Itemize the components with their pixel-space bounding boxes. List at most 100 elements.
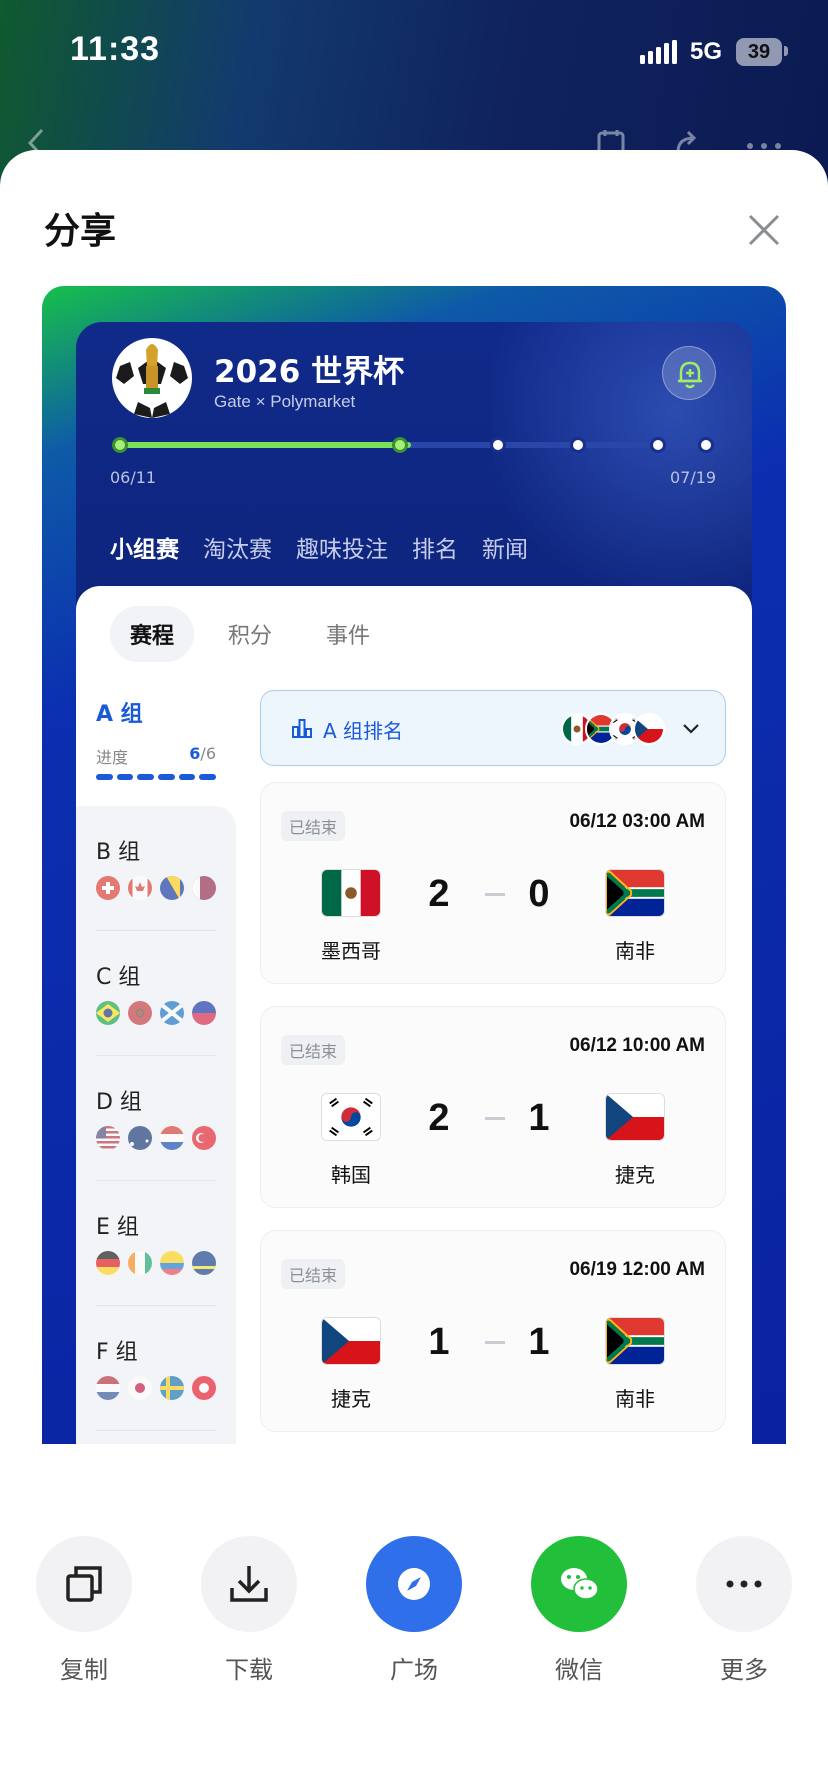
bar-chart-icon <box>292 719 312 738</box>
share-option-label: 更多 <box>720 1656 768 1684</box>
home-score: 2 <box>428 1097 450 1139</box>
czech-flag-icon <box>321 1317 381 1365</box>
subtab-events[interactable]: 事件 <box>306 606 390 662</box>
share-preview-card: 2026 世界杯 Gate × Polymarket 06/11 07/19 小… <box>42 286 786 1444</box>
match-datetime: 06/12 10:00 AM <box>569 1035 705 1056</box>
sidebar-item-group-a[interactable]: A 组 进度 6/6 <box>96 696 217 780</box>
share-option-download[interactable]: 下载 <box>201 1536 297 1685</box>
sheet-title: 分享 <box>44 211 117 252</box>
tournament-title: 2026 世界杯 <box>214 354 405 390</box>
canada-flag-icon <box>128 876 152 900</box>
tab-rankings[interactable]: 排名 <box>412 530 458 564</box>
group-list: B 组 C 组 D 组 E 组 F 组 <box>76 806 236 1444</box>
match-card[interactable]: 已结束 06/19 12:00 AM 1 1 捷克 南非 <box>260 1230 726 1432</box>
timeline-node <box>490 437 506 453</box>
progress-total: /6 <box>200 744 216 763</box>
score-separator <box>485 893 505 896</box>
sidebar-item-group[interactable]: D 组 <box>96 1056 216 1181</box>
scotland-flag-icon <box>160 1001 184 1025</box>
czech-flag-icon <box>605 1093 665 1141</box>
score-separator <box>485 1341 505 1344</box>
group-progress: 进度 6/6 <box>96 744 216 768</box>
chevron-down-icon <box>683 724 699 734</box>
home-score: 2 <box>428 873 450 915</box>
away-score: 1 <box>528 1321 550 1363</box>
timeline-start-date: 06/11 <box>110 468 157 487</box>
group-name: C 组 <box>96 965 141 990</box>
sidebar-item-group[interactable]: E 组 <box>96 1181 216 1306</box>
share-option-label: 下载 <box>225 1656 273 1684</box>
turkey-flag-icon <box>192 1126 216 1150</box>
group-flags <box>96 1251 216 1275</box>
wechat-icon <box>531 1536 627 1632</box>
home-score: 1 <box>428 1321 450 1363</box>
group-name: E 组 <box>96 1215 139 1240</box>
group-flags <box>96 1126 216 1150</box>
timeline-node <box>698 437 714 453</box>
share-option-copy[interactable]: 复制 <box>36 1536 132 1685</box>
share-option-more[interactable]: 更多 <box>696 1536 792 1685</box>
notification-button[interactable] <box>662 346 716 400</box>
match-datetime: 06/12 03:00 AM <box>569 811 705 832</box>
ranking-label: A 组排名 <box>323 719 404 743</box>
tab-knockout[interactable]: 淘汰赛 <box>203 530 272 564</box>
japan-flag-icon <box>128 1376 152 1400</box>
sub-tabs: 赛程 积分 事件 <box>110 606 390 662</box>
tab-news[interactable]: 新闻 <box>482 530 528 564</box>
sidebar-item-group[interactable]: B 组 <box>96 806 216 931</box>
group-a-label: A 组 <box>96 702 143 727</box>
bosnia-flag-icon <box>160 876 184 900</box>
tab-fun-bets[interactable]: 趣味投注 <box>296 530 388 564</box>
away-team-name: 捷克 <box>615 1163 655 1187</box>
match-card[interactable]: 已结束 06/12 03:00 AM 2 0 墨西哥 南非 <box>260 782 726 984</box>
match-status-badge: 已结束 <box>281 811 346 841</box>
away-team-name: 南非 <box>615 1387 655 1411</box>
worldcup-panel: 2026 世界杯 Gate × Polymarket 06/11 07/19 小… <box>76 322 752 1444</box>
home-team-name: 韩国 <box>331 1163 371 1187</box>
south-africa-flag-icon <box>605 1317 665 1365</box>
group-ranking-dropdown[interactable]: A 组排名 <box>260 690 726 766</box>
away-score: 0 <box>528 873 550 915</box>
main-tabs: 小组赛 淘汰赛 趣味投注 排名 新闻 <box>110 530 528 564</box>
share-option-label: 微信 <box>555 1656 603 1684</box>
score-separator <box>485 1117 505 1120</box>
sidebar-item-group[interactable]: C 组 <box>96 931 216 1056</box>
subtab-schedule[interactable]: 赛程 <box>110 606 195 662</box>
timeline-node <box>392 437 408 453</box>
match-card[interactable]: 已结束 06/12 10:00 AM 2 1 韩国 捷克 <box>260 1006 726 1208</box>
share-option-compass[interactable]: 广场 <box>366 1536 462 1685</box>
content-panel: 赛程 积分 事件 A 组 进度 6/6 B 组 C 组 D 组 E 组 F 组 A 组排… <box>76 586 752 1444</box>
qatar-flag-icon <box>192 876 216 900</box>
copy-icon <box>36 1536 132 1632</box>
worldcup-logo <box>112 338 192 418</box>
group-flags <box>96 876 216 900</box>
home-team-name: 捷克 <box>331 1387 371 1411</box>
ranking-flags <box>561 713 671 745</box>
timeline-end-date: 07/19 <box>670 468 717 487</box>
close-icon[interactable] <box>744 210 784 250</box>
australia-flag-icon <box>128 1126 152 1150</box>
group-name: F 组 <box>96 1340 138 1365</box>
share-option-label: 广场 <box>390 1656 438 1684</box>
compass-icon <box>366 1536 462 1632</box>
timeline-node <box>112 437 128 453</box>
group-name: D 组 <box>96 1090 142 1115</box>
share-option-wechat[interactable]: 微信 <box>531 1536 627 1685</box>
paraguay-flag-icon <box>160 1126 184 1150</box>
timeline-progress <box>116 442 411 448</box>
group-flags <box>96 1001 216 1025</box>
morocco-flag-icon <box>128 1001 152 1025</box>
sweden-flag-icon <box>160 1376 184 1400</box>
sidebar-item-group[interactable]: F 组 <box>96 1306 216 1431</box>
south-africa-flag-icon <box>605 869 665 917</box>
status-time: 11:33 <box>70 30 161 68</box>
tunisia-flag-icon <box>192 1376 216 1400</box>
tab-group-stage[interactable]: 小组赛 <box>110 530 179 564</box>
progress-label: 进度 <box>96 748 129 767</box>
group-flags <box>96 1376 216 1400</box>
away-team-name: 南非 <box>615 939 655 963</box>
share-option-label: 复制 <box>60 1656 108 1684</box>
match-status-badge: 已结束 <box>281 1259 346 1289</box>
tournament-timeline <box>112 437 714 453</box>
subtab-standings[interactable]: 积分 <box>208 606 292 662</box>
